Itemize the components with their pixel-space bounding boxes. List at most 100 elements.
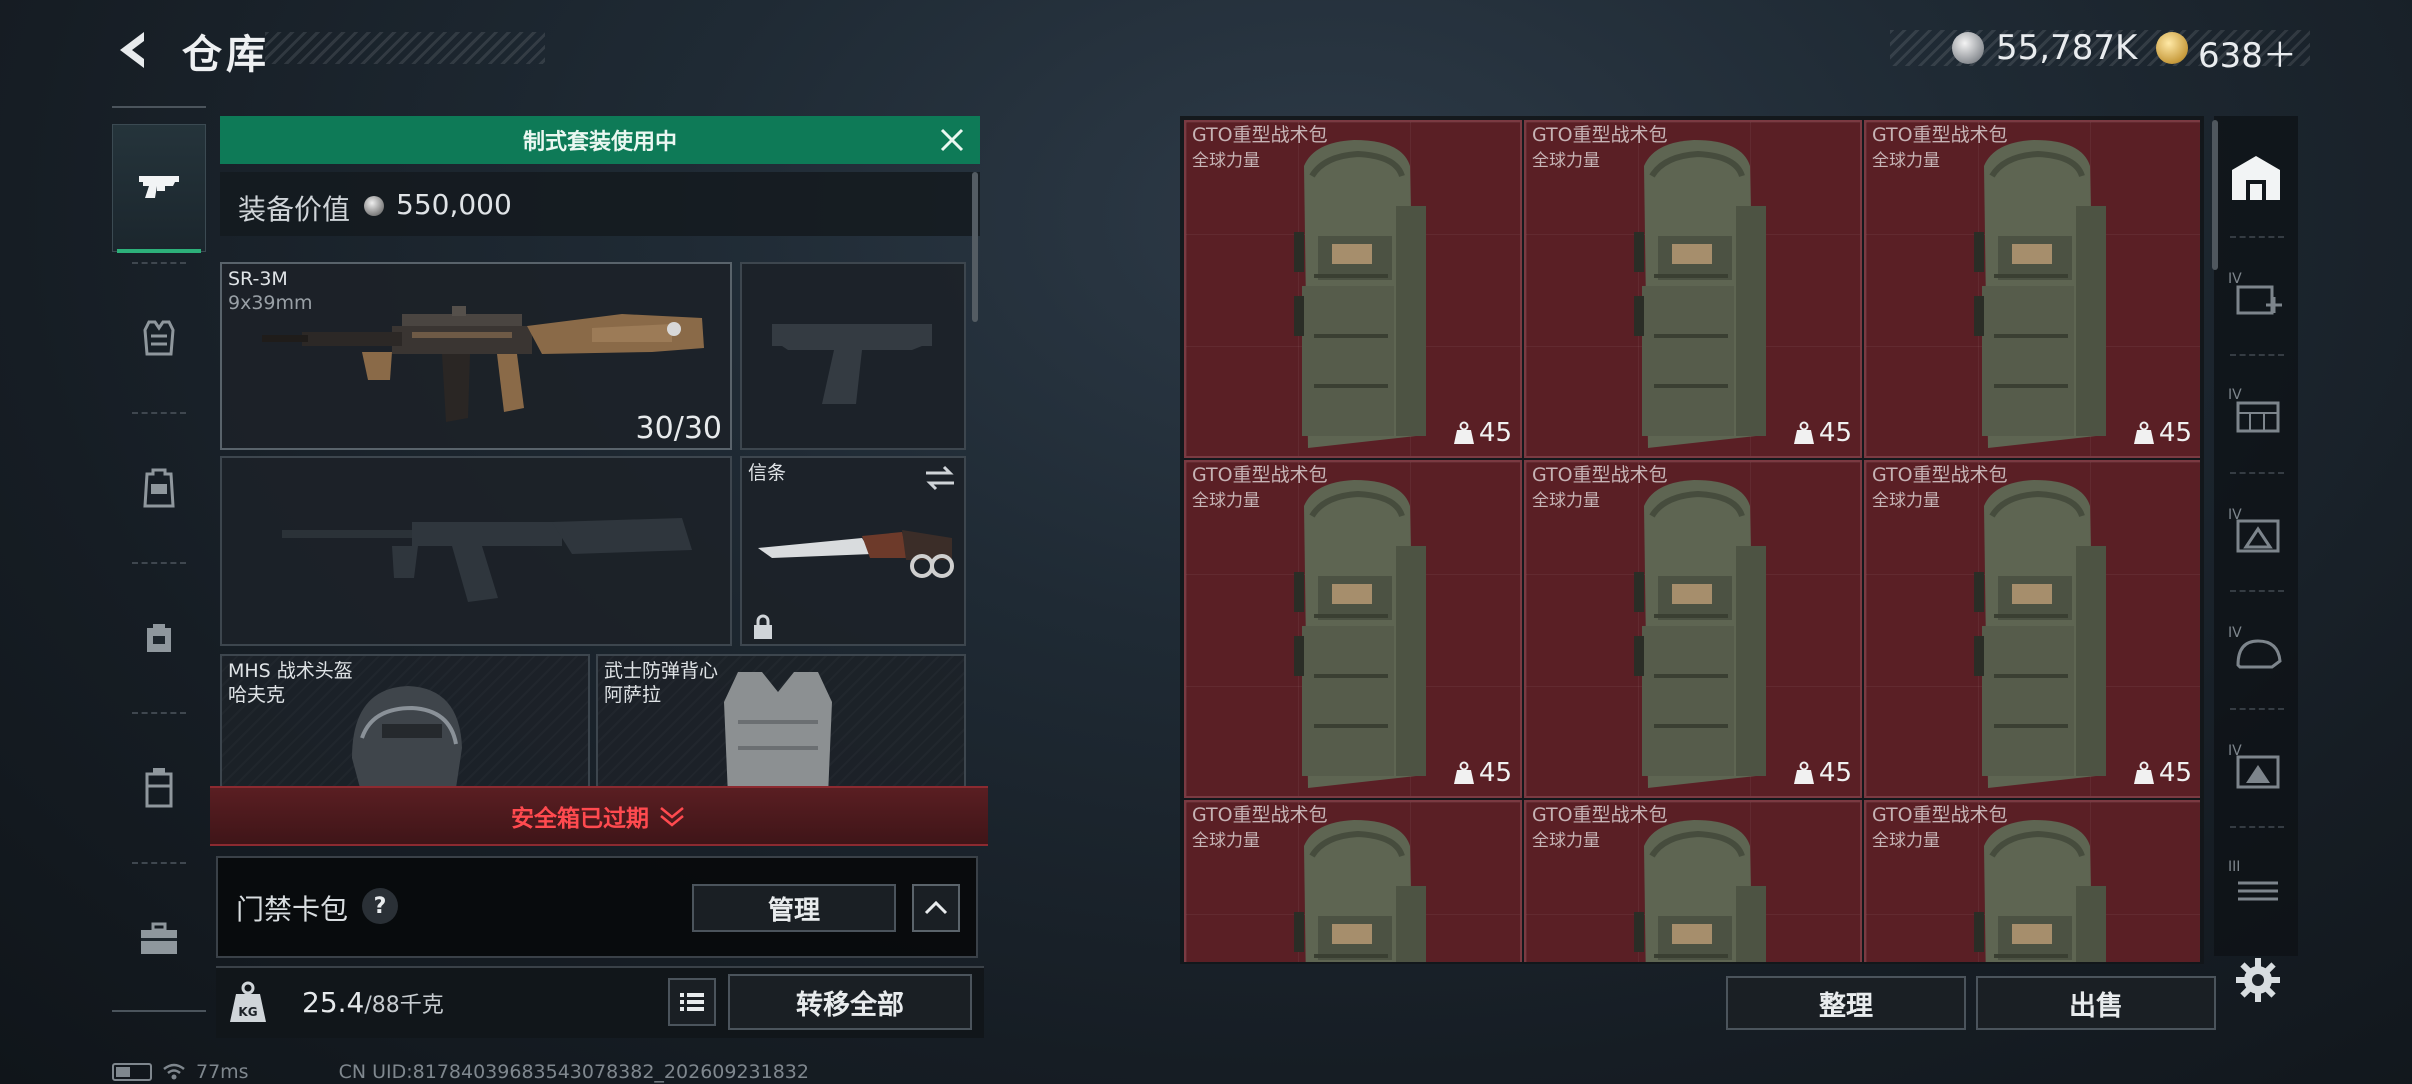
tier-iv-storage-icon: IV (2228, 387, 2280, 433)
status-bar: 77ms CN UID:81784039683543078382_2026092… (112, 1060, 809, 1084)
storage-item[interactable]: GTO重型战术包 全球力量 (1184, 800, 1522, 962)
secondary-weapon-slot[interactable] (220, 456, 732, 646)
item-name: GTO重型战术包 (1192, 804, 1328, 826)
storage-item[interactable]: GTO重型战术包 全球力量 45 (1524, 120, 1862, 458)
nav-weapons[interactable] (112, 124, 206, 253)
storage-item[interactable]: GTO重型战术包 全球力量 45 (1524, 460, 1862, 798)
item-brand: 全球力量 (1872, 831, 1940, 851)
back-button[interactable] (110, 26, 158, 74)
collapse-button[interactable] (912, 884, 960, 932)
item-weight: 45 (2133, 758, 2192, 788)
helmet-slot[interactable]: MHS 战术头盔 哈夫克 (220, 654, 590, 794)
list-icon (680, 993, 704, 1011)
ammo-count: 30/30 (635, 411, 722, 446)
item-name: GTO重型战术包 (1532, 804, 1668, 826)
lock-icon (754, 614, 772, 639)
nav-backpack[interactable] (112, 424, 206, 552)
manage-button[interactable]: 管理 (692, 884, 896, 932)
storage-item[interactable]: GTO重型战术包 全球力量 (1524, 800, 1862, 962)
filter-armor-alt[interactable]: IV (2224, 734, 2288, 798)
tier-iv-armor-icon: IV (2228, 507, 2280, 553)
gold-coin-amount[interactable]: 638＋ (2198, 28, 2297, 77)
filter-all[interactable] (2224, 146, 2288, 210)
backpack-image (1634, 140, 1766, 448)
item-brand: 全球力量 (1192, 491, 1260, 511)
tier-label: III (2228, 859, 2240, 875)
weight-current: 25.4 (302, 986, 365, 1019)
armor-slot[interactable]: 武士防弹背心 阿萨拉 (596, 654, 966, 794)
page-title: 仓库 (182, 32, 270, 78)
pistol-placeholder-icon (772, 324, 932, 404)
tier-label: IV (2228, 625, 2242, 641)
storage-item[interactable]: GTO重型战术包 全球力量 45 (1184, 460, 1522, 798)
storage-item[interactable]: GTO重型战术包 全球力量 45 (1864, 120, 2200, 458)
swap-icon[interactable] (922, 464, 958, 492)
filter-helmet[interactable]: IV (2224, 616, 2288, 680)
primary-weapon-slot[interactable]: SR-3M 9x39mm 30/30 (220, 262, 732, 450)
filter-armor[interactable]: IV (2224, 498, 2288, 562)
armor-name: 武士防弹背心 (604, 660, 719, 682)
settings-gear-icon[interactable] (2234, 956, 2282, 1004)
storage-grid: GTO重型战术包 全球力量 45 GTO重型战术包 全球力量 45 GTO重型战术包 全球力量… (1184, 120, 2200, 962)
close-icon[interactable] (934, 122, 970, 158)
storage-item[interactable]: GTO重型战术包 全球力量 45 (1864, 460, 2200, 798)
nav-toolbox[interactable] (112, 874, 206, 1002)
filter-medical[interactable]: IV (2224, 262, 2288, 326)
item-weight-value: 45 (1818, 758, 1852, 788)
melee-slot[interactable]: 信条 (740, 456, 966, 646)
keycard-case-label: 门禁卡包 (236, 893, 349, 926)
organize-button[interactable]: 整理 (1726, 976, 1966, 1030)
wifi-icon (163, 1063, 185, 1080)
backpack-image (1634, 820, 1766, 962)
silver-coin-amount[interactable]: 55,787K (1996, 28, 2137, 68)
item-brand: 全球力量 (1532, 831, 1600, 851)
weight-icon (1453, 761, 1474, 784)
knife-image (758, 530, 954, 578)
filter-storage-iii[interactable]: III (2224, 850, 2288, 914)
transfer-all-button[interactable]: 转移全部 (728, 974, 972, 1030)
item-name: GTO重型战术包 (1872, 124, 2008, 146)
weight-readout: 25.4/88千克 (302, 986, 444, 1019)
vest-icon (143, 320, 175, 356)
item-weight-value: 45 (2158, 758, 2192, 788)
bag-icon (147, 624, 171, 652)
item-name: GTO重型战术包 (1872, 804, 2008, 826)
backpack-image (1634, 480, 1766, 788)
weight-capacity: /88千克 (364, 993, 444, 1018)
chevron-up-icon (924, 900, 948, 915)
filter-storage[interactable]: IV (2224, 378, 2288, 442)
tier-label: IV (2228, 387, 2242, 403)
backpack-image (1294, 480, 1426, 788)
sell-button[interactable]: 出售 (1976, 976, 2216, 1030)
uid-readout: CN UID:81784039683543078382_202609231832 (338, 1061, 809, 1083)
item-weight: 45 (1793, 758, 1852, 788)
storage-scrollbar[interactable] (2212, 120, 2218, 270)
helmet-brand: 哈夫克 (228, 684, 286, 706)
nav-chest-rig[interactable] (112, 574, 206, 702)
backpack-image (1974, 820, 2106, 962)
silver-coin-icon (364, 196, 384, 216)
armor-brand: 阿萨拉 (604, 684, 662, 706)
item-name: GTO重型战术包 (1192, 464, 1328, 486)
item-brand: 全球力量 (1872, 491, 1940, 511)
backpack-image (1974, 480, 2106, 788)
equipment-scrollbar[interactable] (972, 172, 978, 322)
nav-case[interactable] (112, 724, 206, 852)
backpack-image (1294, 820, 1426, 962)
battery-icon (112, 1063, 152, 1081)
weight-icon (1793, 761, 1814, 784)
weight-icon (1453, 421, 1474, 444)
nav-vest[interactable] (112, 274, 206, 402)
safe-box-status: 安全箱已过期 (511, 806, 649, 832)
item-weight: 45 (1453, 418, 1512, 448)
helmet-image (352, 686, 462, 788)
item-name: GTO重型战术包 (1532, 464, 1668, 486)
list-view-button[interactable] (668, 978, 716, 1026)
tier-iii-storage-icon: III (2228, 859, 2278, 901)
help-button[interactable]: ? (362, 888, 398, 924)
storage-item[interactable]: GTO重型战术包 全球力量 (1864, 800, 2200, 962)
pistol-slot[interactable] (740, 262, 966, 450)
safe-box-expired-banner[interactable]: 安全箱已过期 (210, 786, 988, 846)
item-weight: 45 (1793, 418, 1852, 448)
storage-item[interactable]: GTO重型战术包 全球力量 45 (1184, 120, 1522, 458)
